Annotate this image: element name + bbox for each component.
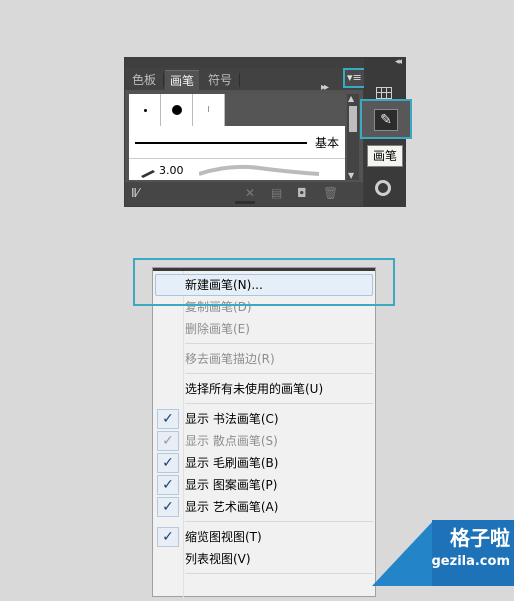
brush-size-label: 3.00 xyxy=(159,164,184,177)
check-icon: ✓ xyxy=(157,409,179,429)
menu-item-list-view[interactable]: 列表视图(V) xyxy=(185,549,251,569)
brush-row-basic[interactable]: 基本 xyxy=(129,134,345,152)
brush-thumb-large-dot[interactable] xyxy=(161,94,193,126)
menu-item-thumbnail-view[interactable]: 缩览图视图(T) xyxy=(185,527,262,547)
watermark-name: 格子啦 xyxy=(450,526,510,550)
tab-brushes[interactable]: 画笔 xyxy=(165,70,199,90)
options-icon[interactable]: ▤ xyxy=(271,186,282,200)
scroll-thumb[interactable] xyxy=(349,106,357,132)
resize-grip[interactable] xyxy=(235,201,255,204)
scroll-up-icon[interactable]: ▲ xyxy=(348,94,354,103)
expand-panel-icon[interactable]: ▸▸ xyxy=(321,82,329,93)
remove-stroke-icon[interactable]: ✕ xyxy=(245,186,255,200)
tab-swatches[interactable]: 色板 xyxy=(127,70,161,90)
check-icon: ✓ xyxy=(157,453,179,473)
panel-dock: ◂◂ ✎ xyxy=(360,57,412,207)
menu-item-show-scatter[interactable]: 显示 散点画笔(S) xyxy=(185,431,278,451)
basic-stroke-icon xyxy=(135,142,307,144)
watermark-fold xyxy=(372,520,434,586)
symbols-icon[interactable] xyxy=(375,180,391,196)
brushes-panel: 色板 画笔 符号 ▸▸ ▾≡ 基本 3.00 ▲ ▼ Ⅱ⁄ ✕ ▤ ◘ 🗑︎ xyxy=(124,57,367,207)
watermark-url: gezila.com xyxy=(431,554,511,569)
brush-thumb-thin[interactable] xyxy=(193,94,225,126)
menu-item-show-bristle[interactable]: 显示 毛刷画笔(B) xyxy=(185,453,278,473)
panel-tab-bar: 色板 画笔 符号 ▸▸ xyxy=(125,68,363,93)
menu-item-remove-brush-stroke[interactable]: 移去画笔描边(R) xyxy=(185,349,275,369)
menu-separator xyxy=(185,521,373,522)
menu-item-show-pattern[interactable]: 显示 图案画笔(P) xyxy=(185,475,277,495)
menu-icon-column xyxy=(183,271,184,601)
small-dot-icon xyxy=(144,109,147,112)
watermark: 格子啦 gezila.com xyxy=(372,510,514,586)
pencil-icon xyxy=(141,170,155,178)
new-brush-icon[interactable]: ◘ xyxy=(297,186,307,200)
brush-thumb-small-dot[interactable] xyxy=(129,94,161,126)
brush-library-icon[interactable]: Ⅱ⁄ xyxy=(131,186,139,200)
check-icon: ✓ xyxy=(157,475,179,495)
menu-item-show-art[interactable]: 显示 艺术画笔(A) xyxy=(185,497,278,517)
brush-icon: ✎ xyxy=(374,109,398,131)
brushes-dock-button[interactable]: ✎ xyxy=(360,99,412,139)
callout-highlight xyxy=(133,258,395,306)
thin-stroke-icon xyxy=(208,106,209,112)
panel-menu-icon: ▾≡ xyxy=(347,71,362,84)
brush-thumbnail-list[interactable]: 基本 3.00 xyxy=(129,94,345,180)
menu-separator xyxy=(185,573,373,574)
tab-divider xyxy=(239,73,240,87)
tab-symbols[interactable]: 符号 xyxy=(203,70,237,90)
panel-scrollbar[interactable]: ▲ ▼ xyxy=(347,94,359,180)
check-icon: ✓ xyxy=(157,431,179,451)
collapse-dock-icon[interactable]: ◂◂ xyxy=(395,57,402,67)
large-dot-icon xyxy=(172,105,182,115)
check-icon: ✓ xyxy=(157,497,179,517)
menu-item-show-calligraphic[interactable]: 显示 书法画笔(C) xyxy=(185,409,279,429)
tooltip: 画笔 xyxy=(367,145,404,167)
menu-item-select-unused[interactable]: 选择所有未使用的画笔(U) xyxy=(185,379,323,399)
check-icon: ✓ xyxy=(157,527,179,547)
tab-divider xyxy=(163,73,164,87)
menu-item-delete-brush[interactable]: 删除画笔(E) xyxy=(185,319,250,339)
wavy-brush-icon xyxy=(199,164,319,176)
panel-title-bar[interactable] xyxy=(125,58,363,68)
swatches-grid-icon[interactable] xyxy=(376,87,392,99)
panel-flyout-menu: 新建画笔(N)... 复制画笔(D) 删除画笔(E) 移去画笔描边(R) 选择所… xyxy=(152,267,376,601)
brush-row-calligraphic xyxy=(129,94,345,126)
menu-separator xyxy=(185,403,373,404)
scroll-down-icon[interactable]: ▼ xyxy=(348,171,354,180)
menu-separator xyxy=(185,373,373,374)
delete-icon[interactable]: 🗑︎ xyxy=(323,186,338,200)
menu-separator xyxy=(185,343,373,344)
basic-brush-label: 基本 xyxy=(314,136,339,150)
